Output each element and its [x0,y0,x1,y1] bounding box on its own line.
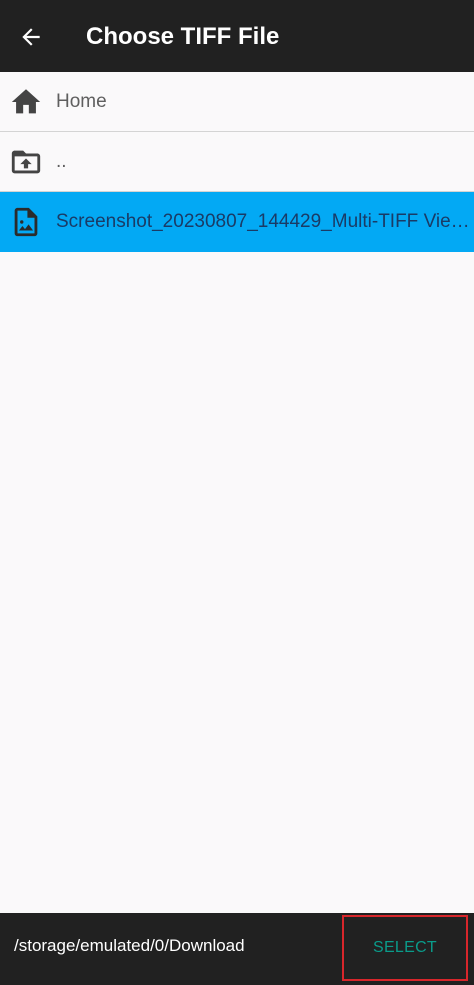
list-item-label: .. [56,151,67,172]
list-item-parent-folder[interactable]: .. [0,132,474,192]
list-item-home[interactable]: Home [0,72,474,132]
page-title: Choose TIFF File [86,23,280,50]
image-file-icon [9,205,43,239]
list-item-file[interactable]: Screenshot_20230807_144429_Multi-TIFF Vi… [0,192,474,252]
folder-upload-icon [9,145,43,179]
list-item-label: Screenshot_20230807_144429_Multi-TIFF Vi… [56,211,470,232]
home-icon [9,85,43,119]
app-bar: Choose TIFF File [0,0,474,72]
current-path: /storage/emulated/0/Download [14,936,245,955]
file-list: Home .. Screenshot_20230807_144429_Multi… [0,72,474,252]
list-item-label: Home [56,91,107,112]
bottom-bar: /storage/emulated/0/Download SELECT [0,913,474,985]
arrow-left-icon [22,28,40,46]
select-button[interactable]: SELECT [342,915,468,981]
back-button[interactable] [14,20,48,54]
